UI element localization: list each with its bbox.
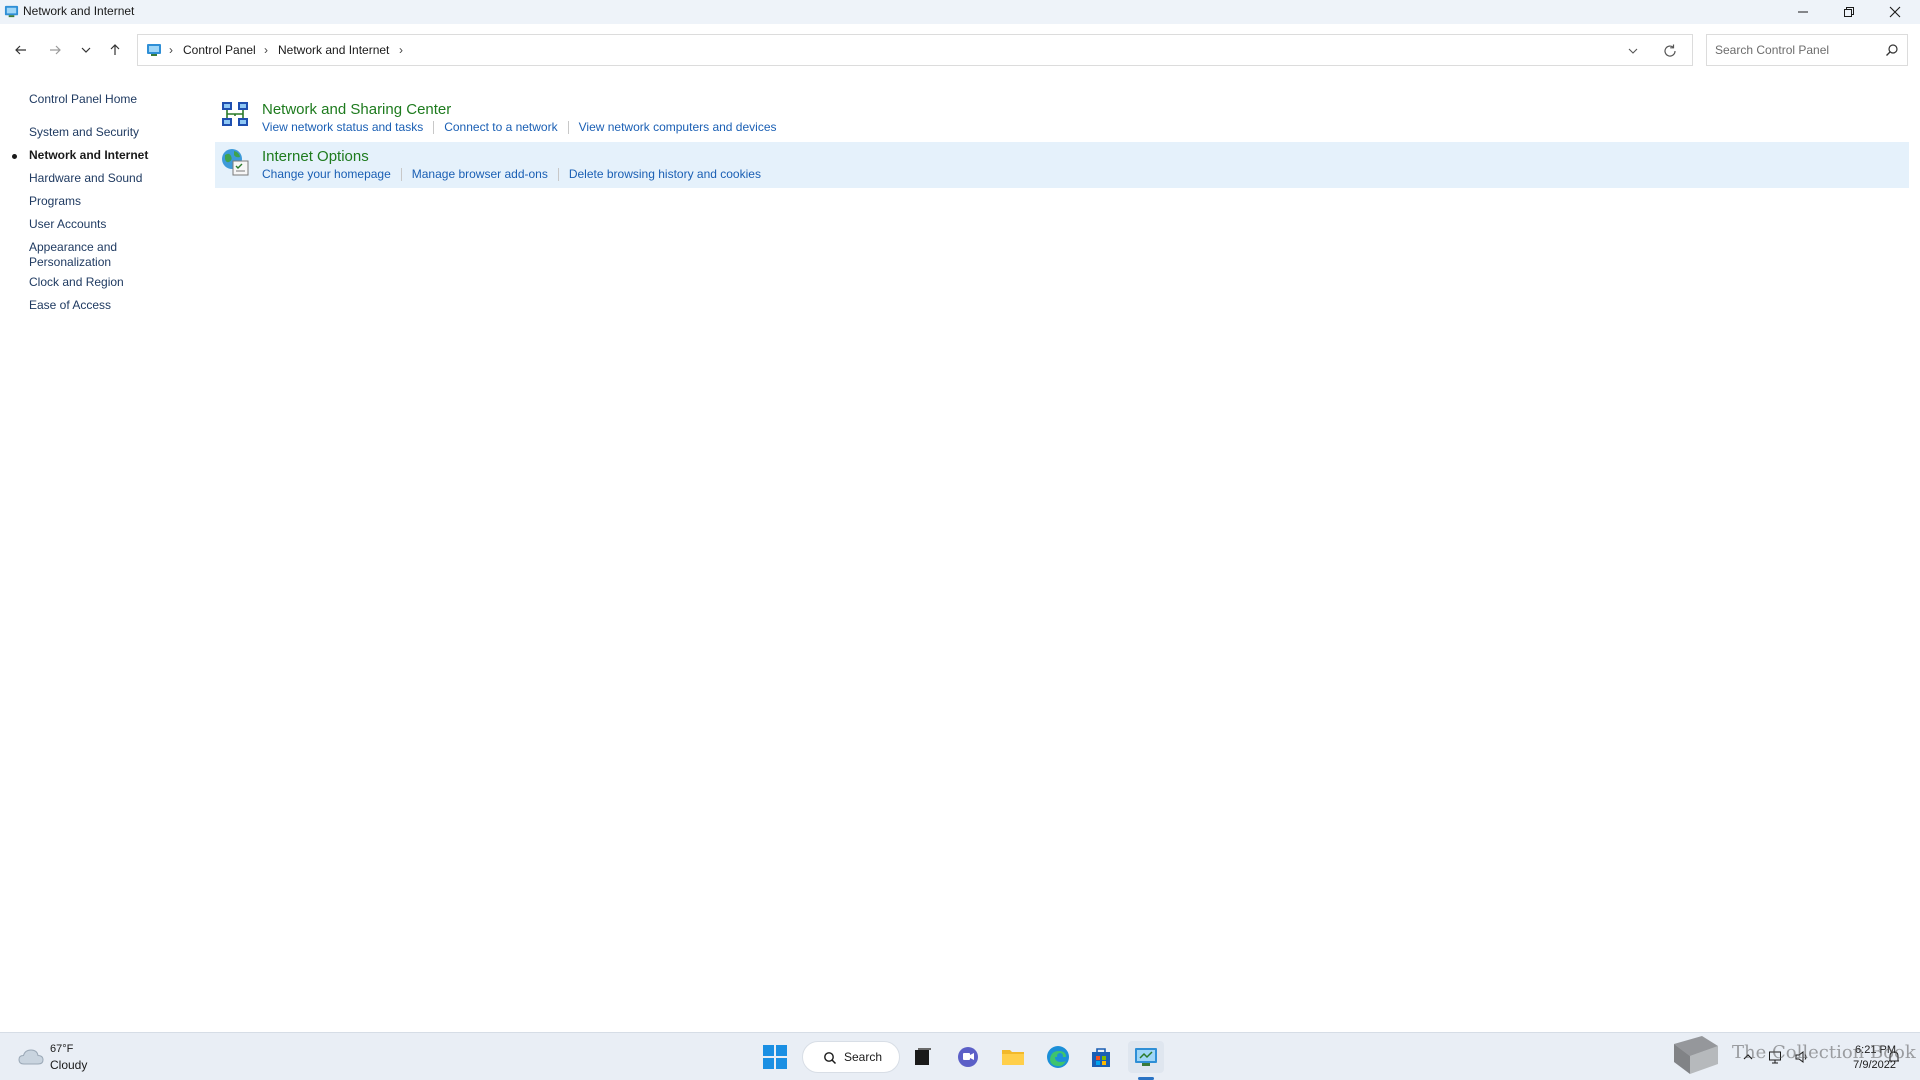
sidebar-item-user-accounts[interactable]: User Accounts xyxy=(29,217,106,231)
link-divider xyxy=(433,120,435,134)
breadcrumb-chevron-icon[interactable]: › xyxy=(399,43,403,57)
breadcrumb-network-internet[interactable]: Network and Internet xyxy=(278,43,389,57)
navigation-bar: › Control Panel › Network and Internet › xyxy=(0,24,1920,76)
breadcrumb-chevron-icon[interactable]: › xyxy=(169,43,173,57)
address-bar[interactable]: › Control Panel › Network and Internet › xyxy=(137,34,1693,66)
file-explorer-button[interactable] xyxy=(995,1041,1031,1073)
weather-widget[interactable]: 67°F Cloudy xyxy=(18,1041,118,1073)
category-internet-options: Internet Options Change your homepage Ma… xyxy=(215,142,1909,188)
sidebar-item-ease-of-access[interactable]: Ease of Access xyxy=(29,298,111,312)
close-icon xyxy=(1889,6,1901,18)
sidebar-item-hardware-sound[interactable]: Hardware and Sound xyxy=(29,171,142,185)
control-panel-icon xyxy=(4,5,19,18)
recent-locations-button[interactable] xyxy=(75,40,97,60)
search-icon[interactable] xyxy=(1885,43,1899,57)
notification-icon[interactable] xyxy=(1886,1049,1902,1065)
link-view-network-status[interactable]: View network status and tasks xyxy=(262,120,423,134)
edge-browser-button[interactable] xyxy=(1040,1041,1076,1073)
link-divider xyxy=(400,167,402,181)
sidebar-item-network-internet[interactable]: Network and Internet xyxy=(29,148,148,162)
folder-icon xyxy=(1002,1050,1024,1065)
address-dropdown-icon[interactable] xyxy=(1625,44,1641,58)
start-button[interactable] xyxy=(757,1041,793,1073)
link-divider xyxy=(567,120,569,134)
back-button[interactable] xyxy=(10,40,32,60)
minimize-icon xyxy=(1798,11,1808,13)
taskbar: 67°F Cloudy Search 6:21 PM 7/9/2022 xyxy=(0,1032,1920,1080)
link-connect-to-network[interactable]: Connect to a network xyxy=(444,120,557,134)
sidebar-item-appearance[interactable]: Appearance and xyxy=(29,240,117,254)
link-divider xyxy=(557,167,559,181)
arrow-up-icon xyxy=(110,44,120,55)
sidebar-item-system-security[interactable]: System and Security xyxy=(29,125,139,139)
task-view-button[interactable] xyxy=(905,1041,941,1073)
link-delete-history[interactable]: Delete browsing history and cookies xyxy=(569,167,761,181)
sidebar-item-clock-region[interactable]: Clock and Region xyxy=(29,275,124,289)
restore-icon xyxy=(1844,7,1854,17)
task-view-icon xyxy=(915,1048,931,1065)
search-icon xyxy=(824,1052,837,1065)
minimize-button[interactable] xyxy=(1780,0,1826,24)
taskbar-search-button[interactable]: Search xyxy=(802,1041,900,1073)
refresh-icon[interactable] xyxy=(1662,43,1678,59)
sidebar-item-control-panel-home[interactable]: Control Panel Home xyxy=(29,92,137,106)
internet-options-icon[interactable] xyxy=(219,146,251,178)
window-title: Network and Internet xyxy=(23,4,135,18)
volume-icon[interactable] xyxy=(1794,1049,1810,1065)
teams-chat-button[interactable] xyxy=(950,1041,986,1073)
title-bar: Network and Internet xyxy=(0,0,1920,24)
control-panel-taskbar-button[interactable] xyxy=(1128,1041,1164,1073)
network-icon[interactable] xyxy=(1768,1049,1784,1065)
sidebar-item-programs[interactable]: Programs xyxy=(29,194,81,208)
category-links: Change your homepage Manage browser add-… xyxy=(262,167,761,181)
link-manage-addons[interactable]: Manage browser add-ons xyxy=(412,167,548,181)
link-change-homepage[interactable]: Change your homepage xyxy=(262,167,391,181)
category-title-internet-options[interactable]: Internet Options xyxy=(262,148,369,165)
chevron-down-icon xyxy=(81,47,91,53)
microsoft-store-button[interactable] xyxy=(1083,1041,1119,1073)
windows-logo-icon xyxy=(763,1045,787,1069)
control-panel-location-icon xyxy=(147,44,161,56)
chat-icon xyxy=(958,1047,978,1067)
system-clock[interactable]: 6:21 PM 7/9/2022 xyxy=(1820,1043,1896,1073)
edge-icon xyxy=(1047,1046,1069,1068)
restore-button[interactable] xyxy=(1826,0,1872,24)
search-box[interactable] xyxy=(1706,34,1908,66)
control-panel-icon xyxy=(1135,1048,1157,1066)
clock-time: 6:21 PM xyxy=(1855,1044,1896,1056)
cloud-icon xyxy=(18,1049,44,1065)
forward-button[interactable] xyxy=(44,40,66,60)
network-sharing-icon[interactable] xyxy=(219,99,251,131)
active-bullet-icon xyxy=(12,154,17,159)
chevron-up-icon[interactable] xyxy=(1740,1049,1756,1065)
category-links: View network status and tasks Connect to… xyxy=(262,120,777,134)
store-icon xyxy=(1092,1048,1110,1067)
arrow-right-icon xyxy=(50,45,61,55)
search-input[interactable] xyxy=(1715,42,1875,58)
sidebar-item-personalization[interactable]: Personalization xyxy=(29,255,111,269)
close-button[interactable] xyxy=(1872,0,1918,24)
breadcrumb-chevron-icon[interactable]: › xyxy=(264,43,268,57)
link-view-network-computers[interactable]: View network computers and devices xyxy=(579,120,777,134)
breadcrumb-control-panel[interactable]: Control Panel xyxy=(183,43,256,57)
category-network-sharing: Network and Sharing Center View network … xyxy=(215,95,1909,141)
category-title-network-sharing[interactable]: Network and Sharing Center xyxy=(262,101,451,118)
taskbar-search-label: Search xyxy=(844,1050,883,1064)
clock-date: 7/9/2022 xyxy=(1853,1059,1896,1071)
weather-temperature: 67°F xyxy=(50,1043,74,1055)
weather-condition: Cloudy xyxy=(50,1058,88,1072)
up-button[interactable] xyxy=(104,40,126,60)
arrow-left-icon xyxy=(15,45,26,55)
